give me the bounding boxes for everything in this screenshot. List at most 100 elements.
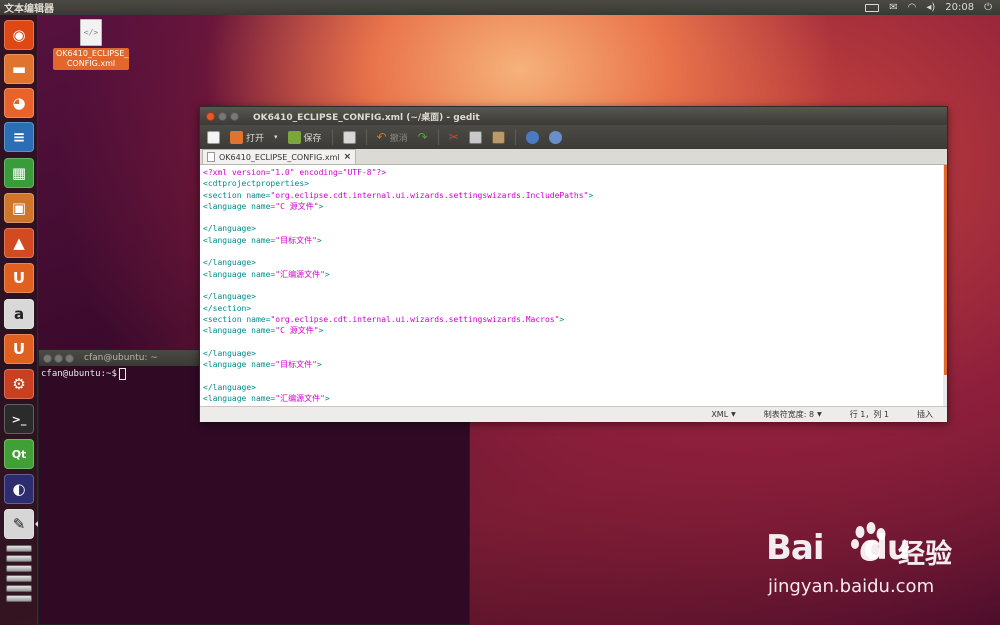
vertical-scrollbar[interactable]	[943, 165, 947, 406]
launcher: ◉ ▬ ◕ ≡ ▦ ▣ ▲ Ua U ⚙ >_ Qt ◐ ✎	[0, 15, 38, 625]
open-button[interactable]: 打开	[227, 128, 267, 146]
code-line: <section name="org.eclipse.cdt.internal.…	[203, 314, 565, 324]
code-line: </language>	[203, 292, 256, 302]
undo-button[interactable]: ↶ 撤消	[374, 128, 411, 146]
writer-icon[interactable]: ≡	[4, 122, 34, 152]
keyboard-icon[interactable]	[865, 3, 880, 12]
active-app-title[interactable]: 文本编辑器	[0, 0, 54, 15]
ubuntu-one-music-icon[interactable]: U	[4, 334, 34, 364]
chevron-down-icon: ▼	[731, 411, 736, 418]
network-icon[interactable]: ◠	[908, 2, 917, 13]
terminal-title: cfan@ubuntu: ~	[84, 353, 158, 363]
ubuntu-dash-icon[interactable]: ◉	[4, 20, 34, 50]
mail-icon[interactable]: ✉	[889, 2, 897, 13]
firefox-icon[interactable]: ◕	[4, 88, 34, 118]
system-settings-icon[interactable]: ⚙	[4, 369, 34, 399]
top-panel: 文本编辑器 ✉ ◠ ◂) 20:08 ⏻	[0, 0, 1000, 15]
insert-mode-label: 插入	[917, 410, 933, 419]
printer-icon	[342, 130, 356, 144]
find-replace-icon	[548, 130, 562, 144]
close-icon[interactable]	[43, 353, 52, 363]
paw-icon	[851, 522, 886, 561]
toolbar-separator	[365, 129, 367, 145]
launcher-stack-item[interactable]	[6, 555, 32, 562]
power-icon[interactable]: ⏻	[984, 2, 992, 13]
code-line: <language name="C 源文件">	[203, 326, 324, 336]
eclipse-icon[interactable]: ◐	[4, 474, 34, 504]
launcher-stack-item[interactable]	[6, 545, 32, 552]
code-line: <language name="C 源文件">	[203, 201, 324, 211]
impress-icon[interactable]: ▣	[4, 193, 34, 223]
scrollbar-thumb[interactable]	[944, 165, 947, 375]
save-button-label: 保存	[303, 133, 322, 144]
terminal-cursor	[118, 368, 126, 380]
undo-button-label: 撤消	[389, 133, 408, 144]
gedit-titlebar[interactable]: OK6410_ECLIPSE_CONFIG.xml (~/桌面) - gedit	[200, 107, 947, 125]
volume-icon[interactable]: ◂)	[926, 2, 935, 13]
launcher-stack-item[interactable]	[6, 565, 32, 572]
paste-button[interactable]	[489, 128, 508, 146]
launcher-stack-item[interactable]	[6, 585, 32, 592]
code-line: </language>	[203, 348, 256, 358]
watermark-cn: 经验	[898, 539, 952, 570]
toolbar-separator	[331, 129, 333, 145]
find-button[interactable]	[523, 128, 542, 146]
software-center-icon[interactable]: ▲	[4, 228, 34, 258]
xml-file-icon: </>	[80, 19, 102, 46]
launcher-stack-item[interactable]	[6, 575, 32, 582]
minimize-icon[interactable]	[218, 111, 227, 121]
close-icon[interactable]: ×	[344, 152, 352, 162]
code-line: <language name="汇编源文件">	[203, 269, 330, 279]
open-dropdown-button[interactable]: ▾	[271, 128, 281, 146]
files-icon[interactable]: ▬	[4, 54, 34, 84]
language-label: XML	[711, 410, 729, 419]
desktop-file-icon[interactable]: </> OK6410_ECLIPSE_ CONFIG.xml	[52, 19, 130, 71]
tab-width-label: 制表符宽度: 8	[763, 410, 815, 419]
code-line: </section>	[203, 303, 252, 313]
text-editor[interactable]: <?xml version="1.0" encoding="UTF-8"?> <c…	[200, 165, 947, 406]
toolbar-separator	[514, 129, 516, 145]
code-line: </language>	[203, 258, 256, 268]
document-tabs: OK6410_ECLIPSE_CONFIG.xml ×	[200, 149, 947, 165]
desktop-file-label: OK6410_ECLIPSE_ CONFIG.xml	[53, 48, 129, 70]
print-button[interactable]	[340, 128, 359, 146]
scissors-icon: ✂	[448, 130, 459, 144]
minimize-icon[interactable]	[54, 353, 63, 363]
clock[interactable]: 20:08	[945, 2, 974, 13]
launcher-stack-item[interactable]	[6, 595, 32, 602]
copy-button[interactable]	[466, 128, 485, 146]
code-line: <?xml version="1.0" encoding="UTF-8"?>	[203, 168, 387, 177]
tab-width-selector[interactable]: 制表符宽度: 8 ▼	[750, 409, 836, 420]
folder-icon	[230, 130, 243, 144]
save-button[interactable]: 保存	[285, 128, 325, 146]
redo-button[interactable]: ↷	[415, 128, 431, 146]
gedit-icon[interactable]: ✎	[4, 509, 34, 539]
tab-document[interactable]: OK6410_ECLIPSE_CONFIG.xml ×	[202, 149, 357, 164]
new-document-icon	[207, 130, 220, 144]
code-line: </language>	[203, 382, 256, 392]
code-line: <cdtprojectproperties>	[203, 179, 309, 189]
copy-icon	[468, 130, 482, 144]
code-line: <language name="目标文件">	[203, 360, 322, 370]
ubuntu-one-icon[interactable]: U	[4, 263, 34, 293]
chevron-down-icon: ▼	[817, 411, 822, 418]
code-line: <language name="目标文件">	[203, 235, 322, 245]
amazon-icon[interactable]: a	[4, 299, 34, 329]
gedit-window[interactable]: OK6410_ECLIPSE_CONFIG.xml (~/桌面) - gedit…	[199, 106, 948, 422]
terminal-icon[interactable]: >_	[4, 404, 34, 434]
qt-creator-icon[interactable]: Qt	[4, 439, 34, 469]
code-line: <section name="org.eclipse.cdt.internal.…	[203, 190, 594, 200]
language-selector[interactable]: XML ▼	[697, 410, 749, 419]
statusbar: XML ▼ 制表符宽度: 8 ▼ 行 1，列 1 插入	[200, 406, 947, 422]
toolbar: 打开 ▾ 保存 ↶ 撤消 ↷ ✂	[200, 125, 947, 149]
cut-button[interactable]: ✂	[446, 128, 462, 146]
close-icon[interactable]	[206, 111, 215, 121]
find-replace-button[interactable]	[546, 128, 565, 146]
maximize-icon[interactable]	[230, 111, 239, 121]
calc-icon[interactable]: ▦	[4, 158, 34, 188]
new-document-button[interactable]	[204, 128, 223, 146]
maximize-icon[interactable]	[65, 353, 74, 363]
